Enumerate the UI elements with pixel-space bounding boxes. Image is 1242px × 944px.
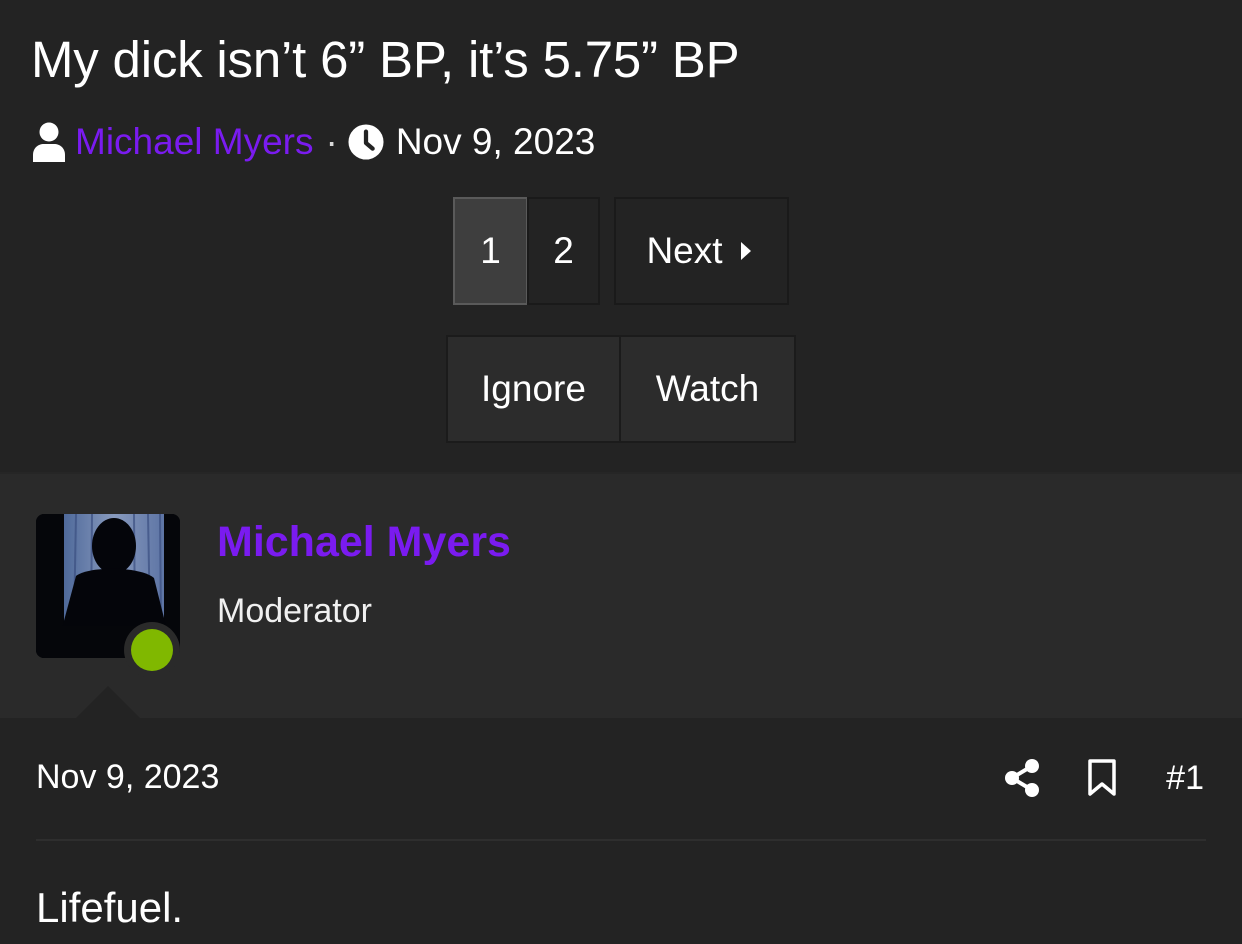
thread-page: My dick isn’t 6” BP, it’s 5.75” BP Micha… (0, 0, 1242, 944)
post-divider (36, 839, 1206, 841)
post-date[interactable]: Nov 9, 2023 (36, 758, 219, 797)
post-content: Lifefuel. (36, 884, 184, 931)
thread-author-link[interactable]: Michael Myers (75, 121, 314, 163)
next-page-button[interactable]: Next (614, 197, 789, 305)
page-1-button[interactable]: 1 (453, 197, 528, 305)
page-2-button[interactable]: 2 (527, 197, 600, 305)
ignore-button[interactable]: Ignore (448, 337, 621, 441)
user-title: Moderator (217, 592, 372, 630)
post-username[interactable]: Michael Myers (217, 518, 511, 567)
clock-icon (348, 122, 384, 162)
post-user-block: Michael Myers Moderator (0, 472, 1242, 720)
meta-separator: · (325, 121, 338, 162)
thread-action-group: Ignore Watch (446, 335, 796, 443)
thread-meta: Michael Myers · Nov 9, 2023 (31, 118, 595, 166)
post-actions: #1 (1002, 756, 1204, 800)
watch-button[interactable]: Watch (621, 337, 794, 441)
next-page-label: Next (646, 230, 723, 271)
share-icon[interactable] (1002, 756, 1042, 800)
post-number-link[interactable]: #1 (1166, 759, 1204, 798)
post-body: Nov 9, 2023 #1 Lifefuel. (0, 718, 1242, 944)
user-block-pointer (74, 686, 142, 720)
thread-header: My dick isn’t 6” BP, it’s 5.75” BP Micha… (0, 0, 1242, 472)
online-status-indicator (124, 622, 180, 678)
thread-title: My dick isn’t 6” BP, it’s 5.75” BP (31, 31, 740, 88)
pagination: 1 2 Next (453, 197, 789, 305)
thread-date[interactable]: Nov 9, 2023 (396, 121, 596, 163)
caret-right-icon (740, 242, 751, 260)
user-icon (31, 122, 67, 162)
bookmark-icon[interactable] (1086, 756, 1118, 800)
